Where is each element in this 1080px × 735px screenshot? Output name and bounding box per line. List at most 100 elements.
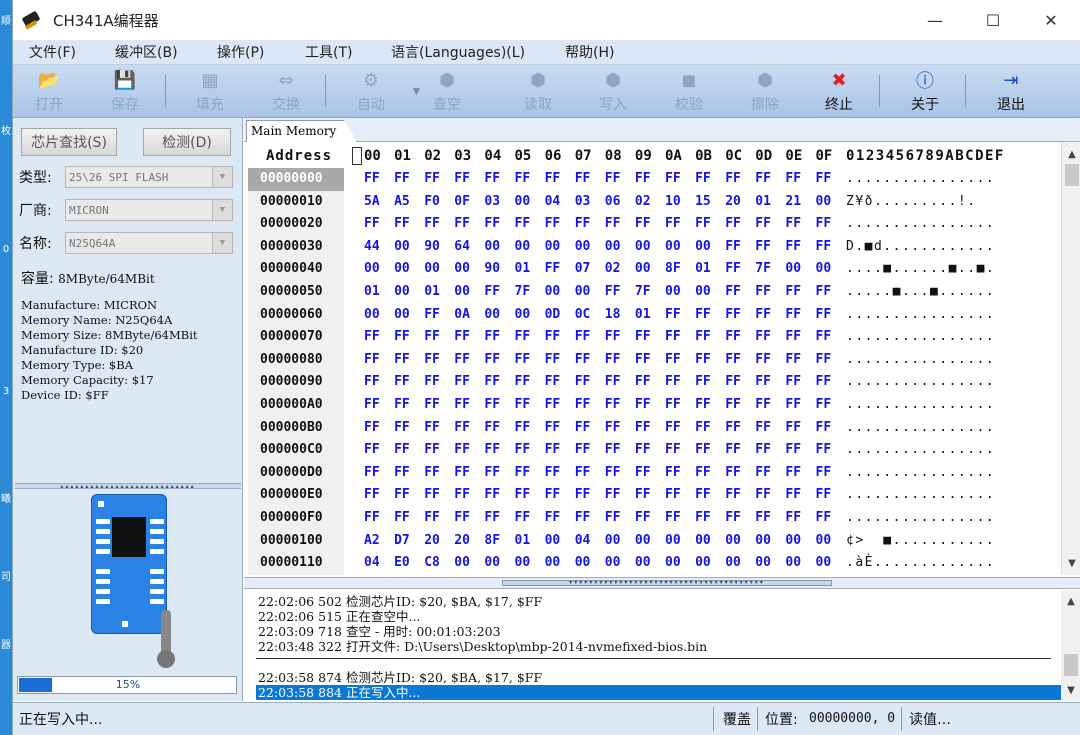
hex-byte[interactable]: FF: [364, 329, 380, 344]
hex-byte[interactable]: 00: [725, 555, 741, 570]
hex-byte[interactable]: FF: [454, 329, 470, 344]
hex-byte[interactable]: 00: [545, 239, 561, 254]
hex-byte[interactable]: FF: [394, 374, 410, 389]
hex-byte[interactable]: FF: [755, 465, 771, 480]
toolbar-write-button[interactable]: ⬢ 写入: [585, 69, 641, 114]
hex-byte[interactable]: FF: [785, 442, 801, 457]
hex-byte[interactable]: FF: [755, 352, 771, 367]
hex-byte[interactable]: FF: [725, 171, 741, 186]
hex-byte[interactable]: FF: [424, 216, 440, 231]
hex-byte[interactable]: FF: [785, 171, 801, 186]
hex-byte[interactable]: 00: [785, 555, 801, 570]
hex-byte[interactable]: FF: [484, 171, 500, 186]
hex-byte[interactable]: FF: [755, 487, 771, 502]
hex-byte[interactable]: 64: [454, 239, 470, 254]
hex-byte[interactable]: FF: [454, 216, 470, 231]
hex-byte[interactable]: 00: [515, 555, 531, 570]
hex-byte[interactable]: D7: [394, 533, 410, 548]
ascii-cell[interactable]: ................: [846, 216, 995, 231]
hex-byte[interactable]: FF: [484, 216, 500, 231]
hex-byte[interactable]: FF: [454, 465, 470, 480]
hex-byte[interactable]: FF: [394, 420, 410, 435]
hex-byte[interactable]: FF: [484, 329, 500, 344]
hex-byte[interactable]: 00: [755, 533, 771, 548]
hex-byte[interactable]: 04: [575, 533, 591, 548]
hex-byte[interactable]: FF: [635, 329, 651, 344]
hex-byte[interactable]: FF: [484, 510, 500, 525]
hex-byte[interactable]: FF: [545, 487, 561, 502]
hex-byte[interactable]: FF: [816, 374, 832, 389]
hex-byte[interactable]: 04: [545, 194, 561, 209]
hex-byte[interactable]: FF: [725, 261, 741, 276]
hex-byte[interactable]: FF: [424, 397, 440, 412]
hex-byte[interactable]: FF: [454, 374, 470, 389]
hex-byte[interactable]: 90: [484, 261, 500, 276]
hex-byte[interactable]: FF: [785, 465, 801, 480]
hex-byte[interactable]: 20: [725, 194, 741, 209]
hex-byte[interactable]: FF: [635, 442, 651, 457]
minimize-button[interactable]: —: [906, 0, 964, 40]
hex-byte[interactable]: 20: [454, 533, 470, 548]
hex-byte[interactable]: FF: [545, 465, 561, 480]
hex-byte[interactable]: FF: [484, 352, 500, 367]
hex-byte[interactable]: FF: [545, 510, 561, 525]
hex-byte[interactable]: 00: [695, 555, 711, 570]
hex-byte[interactable]: 00: [635, 555, 651, 570]
hex-byte[interactable]: FF: [725, 216, 741, 231]
hex-byte[interactable]: FF: [575, 374, 591, 389]
hex-byte[interactable]: FF: [605, 171, 621, 186]
hex-byte[interactable]: 00: [816, 261, 832, 276]
toolbar-swap-button[interactable]: ⇔ 交换: [258, 69, 314, 114]
hex-byte[interactable]: FF: [755, 239, 771, 254]
hex-byte[interactable]: 02: [635, 194, 651, 209]
hex-byte[interactable]: FF: [515, 442, 531, 457]
menu-2[interactable]: 操作(P): [217, 42, 264, 62]
hex-byte[interactable]: 00: [515, 307, 531, 322]
hex-byte[interactable]: FF: [665, 374, 681, 389]
hex-byte[interactable]: FF: [454, 510, 470, 525]
log-splitter[interactable]: ▾▾▾▾▾▾▾▾▾▾▾▾▾▾▾▾▾▾▾▾▾▾▾▾▾▾▾▾▾▾▾▾▾▾▾▾▾▾▾: [244, 577, 1080, 589]
hex-byte[interactable]: 5A: [364, 194, 380, 209]
hex-byte[interactable]: FF: [454, 171, 470, 186]
hex-byte[interactable]: 00: [394, 307, 410, 322]
hex-byte[interactable]: FF: [816, 171, 832, 186]
hex-byte[interactable]: 00: [816, 194, 832, 209]
hex-byte[interactable]: FF: [635, 465, 651, 480]
hex-byte[interactable]: 8F: [665, 261, 681, 276]
menu-0[interactable]: 文件(F): [29, 42, 76, 62]
hex-byte[interactable]: 01: [515, 261, 531, 276]
hex-byte[interactable]: FF: [575, 420, 591, 435]
hex-byte[interactable]: 01: [755, 194, 771, 209]
hex-byte[interactable]: FF: [695, 374, 711, 389]
hex-byte[interactable]: FF: [785, 352, 801, 367]
hex-byte[interactable]: 00: [605, 239, 621, 254]
hex-byte[interactable]: FF: [816, 239, 832, 254]
hex-byte[interactable]: 44: [364, 239, 380, 254]
hex-byte[interactable]: 00: [394, 239, 410, 254]
scroll-up-icon[interactable]: ▲: [1062, 146, 1080, 164]
menu-1[interactable]: 缓冲区(B): [115, 42, 178, 62]
find-chip-button[interactable]: 芯片查找(S): [21, 128, 117, 156]
hex-byte[interactable]: 00: [484, 239, 500, 254]
hex-byte[interactable]: 00: [755, 555, 771, 570]
hex-byte[interactable]: FF: [484, 487, 500, 502]
hex-byte[interactable]: 00: [725, 533, 741, 548]
hex-byte[interactable]: FF: [394, 352, 410, 367]
toolbar-folder-button[interactable]: 📂 打开: [21, 69, 77, 114]
hex-byte[interactable]: FF: [785, 487, 801, 502]
hex-byte[interactable]: FF: [755, 216, 771, 231]
hex-byte[interactable]: FF: [605, 284, 621, 299]
hex-byte[interactable]: FF: [695, 510, 711, 525]
hex-byte[interactable]: FF: [665, 397, 681, 412]
hex-byte[interactable]: FF: [605, 420, 621, 435]
hex-byte[interactable]: FF: [635, 216, 651, 231]
hex-byte[interactable]: FF: [785, 239, 801, 254]
ascii-cell[interactable]: ................: [846, 465, 995, 480]
hex-byte[interactable]: FF: [424, 352, 440, 367]
hex-byte[interactable]: FF: [816, 465, 832, 480]
hex-byte[interactable]: FF: [364, 171, 380, 186]
ascii-cell[interactable]: ................: [846, 420, 995, 435]
hex-byte[interactable]: FF: [725, 420, 741, 435]
hex-byte[interactable]: FF: [785, 397, 801, 412]
hex-byte[interactable]: FF: [394, 216, 410, 231]
